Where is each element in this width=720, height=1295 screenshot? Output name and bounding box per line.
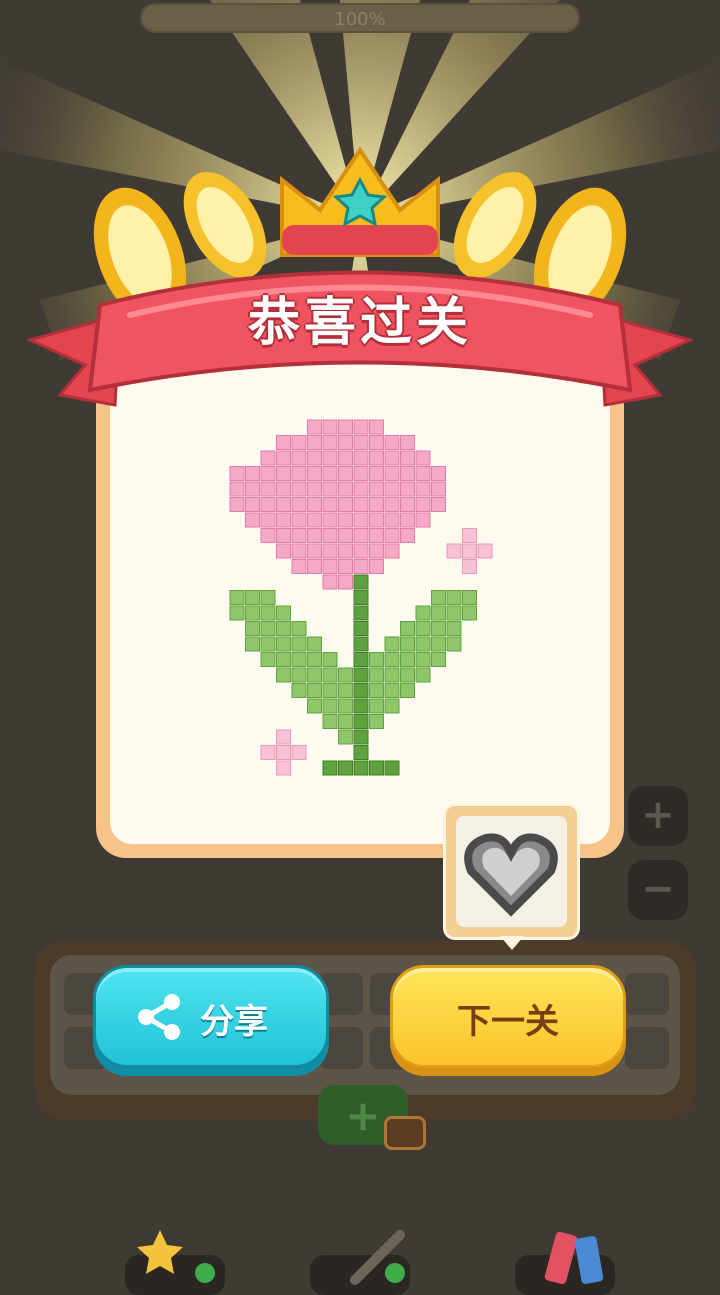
pixel-heart-icon [456, 816, 567, 927]
share-label: 分享 [200, 1002, 268, 1042]
share-icon [138, 994, 180, 1040]
color-slot [625, 973, 669, 1015]
eraser-tool-icon[interactable] [510, 1225, 620, 1295]
banner-title: 恭喜过关 [247, 293, 472, 353]
brush-tool-icon[interactable] [305, 1225, 415, 1295]
star-tool-icon[interactable] [120, 1225, 230, 1295]
progress-label: 100% [334, 9, 386, 30]
zoom-in-button[interactable]: + [628, 786, 688, 846]
color-slot [625, 1027, 669, 1069]
level-progress-bar: 100% [140, 3, 580, 33]
next-level-button[interactable]: 下一关 [390, 965, 626, 1068]
next-level-preview [443, 803, 580, 940]
preview-pointer [500, 936, 524, 950]
crown-icon [280, 146, 440, 257]
video-ad-icon [384, 1116, 426, 1150]
share-button[interactable]: 分享 [93, 965, 329, 1068]
next-level-label: 下一关 [457, 1002, 559, 1042]
zoom-out-button[interactable]: − [628, 860, 688, 920]
